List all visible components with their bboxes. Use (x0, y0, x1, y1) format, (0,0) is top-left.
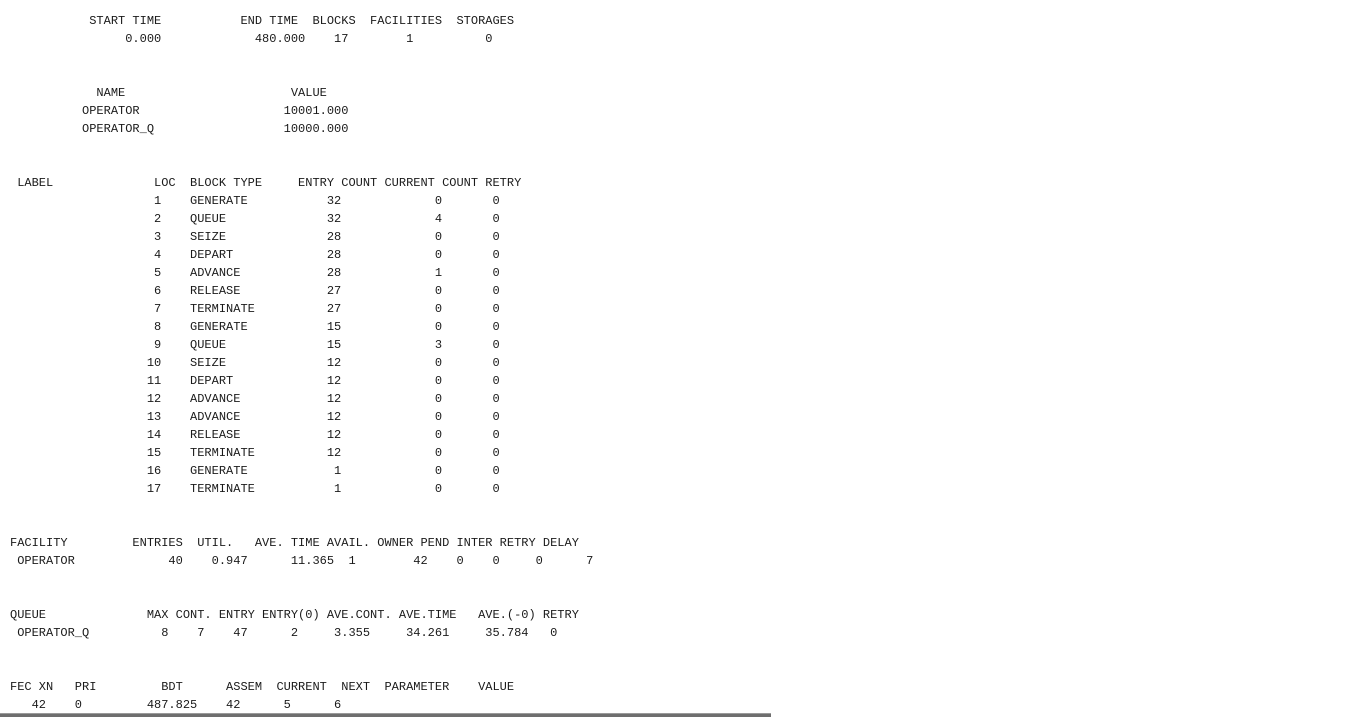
names-header: NAME VALUE (10, 86, 327, 100)
facility-header-line: FACILITY ENTRIES UTIL. AVE. TIME AVAIL. … (10, 534, 579, 552)
block-row-text: 9 QUEUE 15 3 0 (10, 338, 500, 352)
block-row-text: 11 DEPART 12 0 0 (10, 374, 500, 388)
fec-row: 42 0 487.825 42 5 6 (10, 696, 342, 714)
names-row-text: OPERATOR 10001.000 (10, 104, 349, 118)
queue-row: OPERATOR_Q 8 7 47 2 3.355 34.261 35.784 … (10, 624, 557, 642)
block-row-text: 12 ADVANCE 12 0 0 (10, 392, 500, 406)
block-row: 4 DEPART 28 0 0 (10, 246, 500, 264)
names-row: OPERATOR_Q 10000.000 (10, 120, 348, 138)
facility-header: FACILITY ENTRIES UTIL. AVE. TIME AVAIL. … (10, 536, 579, 550)
block-row-text: 14 RELEASE 12 0 0 (10, 428, 500, 442)
block-row-text: 7 TERMINATE 27 0 0 (10, 302, 500, 316)
block-row-text: 4 DEPART 28 0 0 (10, 248, 500, 262)
queue-row-text: OPERATOR_Q 8 7 47 2 3.355 34.261 35.784 … (10, 626, 558, 640)
block-row-text: 1 GENERATE 32 0 0 (10, 194, 500, 208)
block-row: 17 TERMINATE 1 0 0 (10, 480, 500, 498)
header-labels-line: START TIME END TIME BLOCKS FACILITIES ST… (10, 12, 514, 30)
block-row-text: 13 ADVANCE 12 0 0 (10, 410, 500, 424)
block-row-text: 3 SEIZE 28 0 0 (10, 230, 500, 244)
header-labels: START TIME END TIME BLOCKS FACILITIES ST… (10, 14, 515, 28)
block-row-text: 2 QUEUE 32 4 0 (10, 212, 500, 226)
block-row: 1 GENERATE 32 0 0 (10, 192, 500, 210)
fec-header: FEC XN PRI BDT ASSEM CURRENT NEXT PARAME… (10, 680, 515, 694)
queue-header: QUEUE MAX CONT. ENTRY ENTRY(0) AVE.CONT.… (10, 608, 579, 622)
block-row: 5 ADVANCE 28 1 0 (10, 264, 500, 282)
block-row-text: 16 GENERATE 1 0 0 (10, 464, 500, 478)
block-row-text: 15 TERMINATE 12 0 0 (10, 446, 500, 460)
blocks-header-line: LABEL LOC BLOCK TYPE ENTRY COUNT CURRENT… (10, 174, 521, 192)
block-row: 13 ADVANCE 12 0 0 (10, 408, 500, 426)
block-row: 9 QUEUE 15 3 0 (10, 336, 500, 354)
facility-row-text: OPERATOR 40 0.947 11.365 1 42 0 0 0 7 (10, 554, 594, 568)
header-values: 0.000 480.000 17 1 0 (10, 32, 493, 46)
block-row: 10 SEIZE 12 0 0 (10, 354, 500, 372)
fec-header-line: FEC XN PRI BDT ASSEM CURRENT NEXT PARAME… (10, 678, 514, 696)
block-row: 7 TERMINATE 27 0 0 (10, 300, 500, 318)
queue-header-line: QUEUE MAX CONT. ENTRY ENTRY(0) AVE.CONT.… (10, 606, 579, 624)
block-row-text: 17 TERMINATE 1 0 0 (10, 482, 500, 496)
block-row: 6 RELEASE 27 0 0 (10, 282, 500, 300)
horizontal-scrollbar[interactable] (0, 713, 771, 717)
block-row-text: 5 ADVANCE 28 1 0 (10, 266, 500, 280)
block-row: 14 RELEASE 12 0 0 (10, 426, 500, 444)
block-row-text: 6 RELEASE 27 0 0 (10, 284, 500, 298)
block-row: 16 GENERATE 1 0 0 (10, 462, 500, 480)
block-row: 3 SEIZE 28 0 0 (10, 228, 500, 246)
names-row-text: OPERATOR_Q 10000.000 (10, 122, 349, 136)
gpss-standard-report: START TIME END TIME BLOCKS FACILITIES ST… (10, 12, 772, 714)
block-row: 2 QUEUE 32 4 0 (10, 210, 500, 228)
fec-row-text: 42 0 487.825 42 5 6 (10, 698, 342, 712)
block-row: 8 GENERATE 15 0 0 (10, 318, 500, 336)
names-header-line: NAME VALUE (10, 84, 327, 102)
block-row-text: 10 SEIZE 12 0 0 (10, 356, 500, 370)
header-values-line: 0.000 480.000 17 1 0 (10, 30, 492, 48)
block-row-text: 8 GENERATE 15 0 0 (10, 320, 500, 334)
names-row: OPERATOR 10001.000 (10, 102, 348, 120)
blocks-header: LABEL LOC BLOCK TYPE ENTRY COUNT CURRENT… (10, 176, 522, 190)
block-row: 15 TERMINATE 12 0 0 (10, 444, 500, 462)
block-row: 12 ADVANCE 12 0 0 (10, 390, 500, 408)
facility-row: OPERATOR 40 0.947 11.365 1 42 0 0 0 7 (10, 552, 593, 570)
block-row: 11 DEPART 12 0 0 (10, 372, 500, 390)
